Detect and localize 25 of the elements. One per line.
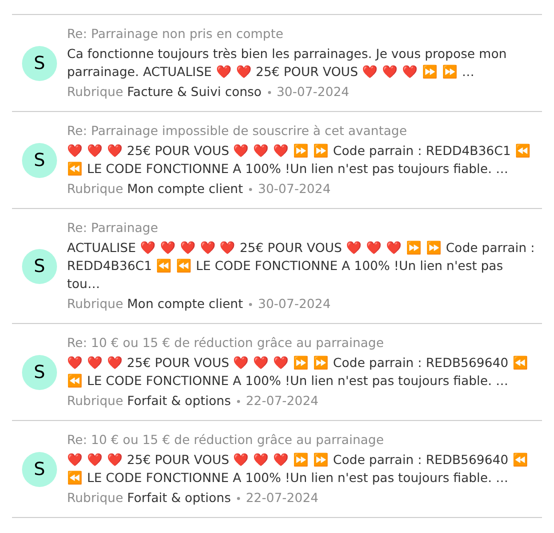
- category-label: Rubrique: [67, 180, 124, 198]
- category-label: Rubrique: [67, 392, 124, 410]
- message-date: 22-07-2024: [246, 489, 318, 507]
- avatar: S: [22, 452, 57, 486]
- message-date: 22-07-2024: [246, 392, 318, 410]
- category-label: Rubrique: [67, 295, 124, 313]
- message-excerpt: ❤ ❤ ❤ 25€ POUR VOUS ❤ ❤ ❤ ⏩ ⏩ Code parrain : REDB569640 ⏪ ⏪ LE CODE FONCTIONNE A 100% !Un lien n'est pas toujours fiable. …: [67, 451, 530, 487]
- avatar: S: [22, 354, 57, 390]
- message-date: 30-07-2024: [258, 295, 331, 313]
- category-name[interactable]: Facture & Suivi conso: [127, 83, 262, 101]
- message-excerpt: Ca fonctionne toujours très bien les parrainages. Je vous propose mon parrainage. ACTUALISE ❤ ❤ 25€ POUR VOUS ❤ ❤ ❤ ⏩ ⏩ …: [67, 45, 508, 81]
- category-name[interactable]: Forfait & options: [127, 489, 231, 507]
- category-name[interactable]: Mon compte client: [127, 180, 243, 198]
- message-excerpt: ❤ ❤ ❤ 25€ POUR VOUS ❤ ❤ ❤ ⏩ ⏩ Code parrain : REDD4B36C1 ⏪ ⏪ LE CODE FONCTIONNE A 100% !Un lien n'est pas toujours fiable. …: [67, 142, 532, 178]
- category-name[interactable]: Mon compte client: [127, 295, 243, 313]
- category-label: Rubrique: [67, 489, 124, 507]
- avatar: S: [22, 46, 57, 80]
- category-name[interactable]: Forfait & options: [127, 392, 231, 410]
- avatar: S: [22, 248, 57, 284]
- category-label: Rubrique: [67, 83, 124, 101]
- message-excerpt: ❤ ❤ ❤ 25€ POUR VOUS ❤ ❤ ❤ ⏩ ⏩ Code parrain : REDB569640 ⏪ ⏪ LE CODE FONCTIONNE A 100% !Un lien n'est pas toujours fiable. …: [67, 354, 530, 390]
- message-date: 30-07-2024: [258, 180, 331, 198]
- message-excerpt: ACTUALISE ❤ ❤ ❤ ❤ ❤ 25€ POUR VOUS ❤ ❤ ❤ ⏩ ⏩ Code parrain : REDD4B36C1 ⏪ ⏪ LE CODE FONCTIONNE A 100% !Un lien n'est pas tou…: [67, 239, 536, 293]
- avatar: S: [22, 142, 57, 178]
- message-date: 30-07-2024: [276, 83, 350, 101]
